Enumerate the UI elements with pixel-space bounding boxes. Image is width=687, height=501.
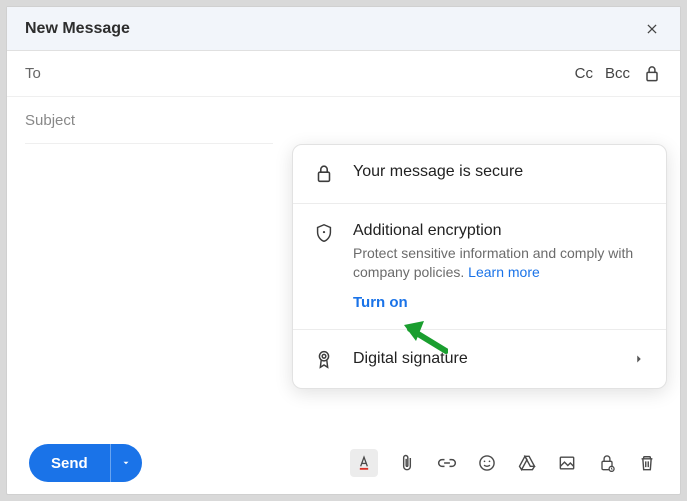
compose-body[interactable]: Your message is secure Additional encryp… (7, 144, 680, 432)
to-row[interactable]: To Cc Bcc (7, 51, 680, 97)
subject-row[interactable]: Subject (7, 97, 680, 143)
link-icon[interactable] (436, 452, 458, 474)
bottom-toolbar: Send (7, 432, 680, 494)
encryption-desc: Protect sensitive information and comply… (353, 244, 646, 282)
shield-icon (313, 222, 335, 244)
encryption-item: Additional encryption Protect sensitive … (293, 203, 666, 329)
subject-placeholder: Subject (25, 112, 662, 129)
badge-icon (313, 348, 335, 370)
attach-icon[interactable] (396, 452, 418, 474)
chevron-right-icon (632, 352, 646, 366)
signature-title: Digital signature (353, 350, 614, 368)
titlebar: New Message (7, 7, 680, 51)
compose-window: New Message To Cc Bcc Subject Your messa… (6, 6, 681, 495)
window-title: New Message (25, 20, 642, 38)
lock-icon[interactable] (642, 64, 662, 84)
formatting-icon[interactable] (350, 449, 378, 477)
drive-icon[interactable] (516, 452, 538, 474)
confidential-icon[interactable] (596, 452, 618, 474)
bcc-button[interactable]: Bcc (605, 65, 630, 82)
cc-button[interactable]: Cc (575, 65, 593, 82)
learn-more-link[interactable]: Learn more (468, 264, 540, 280)
send-button[interactable]: Send (29, 444, 110, 482)
digital-signature-item[interactable]: Digital signature (293, 329, 666, 388)
secure-message-item: Your message is secure (293, 145, 666, 203)
to-label: To (25, 65, 575, 82)
image-icon[interactable] (556, 452, 578, 474)
send-options-button[interactable] (110, 444, 142, 482)
close-icon[interactable] (642, 19, 662, 39)
emoji-icon[interactable] (476, 452, 498, 474)
encryption-title: Additional encryption (353, 222, 646, 240)
trash-icon[interactable] (636, 452, 658, 474)
secure-title: Your message is secure (353, 163, 646, 181)
turn-on-button[interactable]: Turn on (353, 294, 646, 311)
lock-icon (313, 163, 335, 185)
security-panel: Your message is secure Additional encryp… (292, 144, 667, 389)
annotation-arrow-icon (402, 319, 448, 360)
